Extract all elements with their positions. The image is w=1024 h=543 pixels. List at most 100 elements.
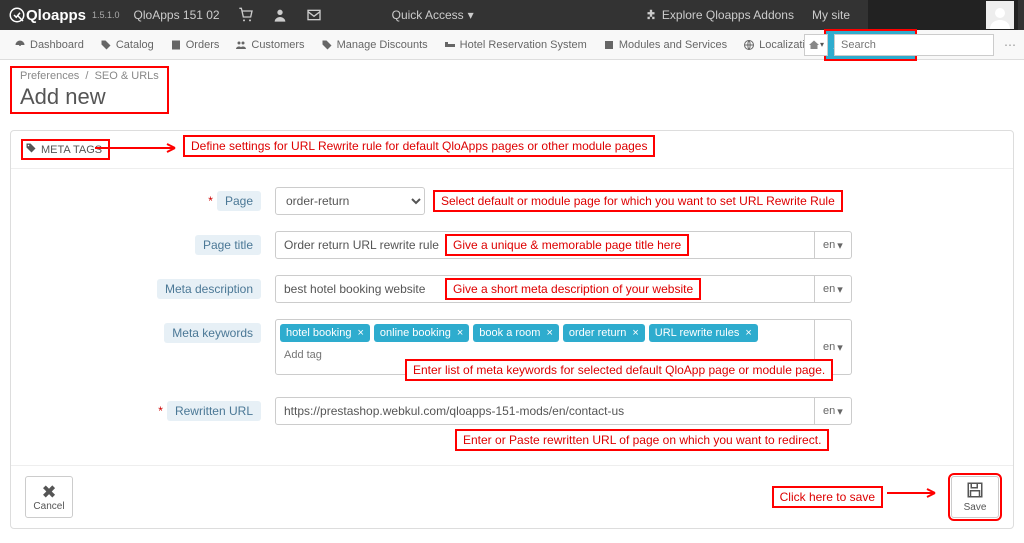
row-title: Page title en▾ Give a unique & memorable… — [25, 231, 999, 259]
tag-remove-icon[interactable]: × — [457, 327, 463, 339]
avatar — [986, 1, 1014, 29]
lang-label: en — [823, 283, 835, 295]
label-keywords: Meta keywords — [164, 323, 261, 343]
breadcrumb-title-box: Preferences / SEO & URLs Add new — [10, 66, 169, 114]
panel-heading-label: META TAGS — [41, 144, 102, 156]
page-header: Preferences / SEO & URLs Add new — [0, 60, 1024, 116]
gauge-icon — [14, 39, 26, 51]
nav-modules-label: Modules and Services — [619, 30, 727, 60]
page-select[interactable]: order-return — [275, 187, 425, 215]
puzzle-icon — [603, 39, 615, 51]
annotation-heading: Define settings for URL Rewrite rule for… — [183, 135, 655, 157]
meta-tags-panel: META TAGS Define settings for URL Rewrit… — [10, 130, 1014, 529]
nav-dashboard[interactable]: Dashboard — [6, 30, 92, 60]
tag-remove-icon[interactable]: × — [546, 327, 552, 339]
rewritten-url-input[interactable] — [275, 397, 815, 425]
tags-icon — [25, 142, 37, 157]
nav-dashboard-label: Dashboard — [30, 30, 84, 60]
brand-version: 1.5.1.0 — [92, 10, 120, 20]
nav-discounts-label: Manage Discounts — [337, 30, 428, 60]
tag-item[interactable]: online booking × — [374, 324, 469, 342]
explore-addons-label: Explore Qloapps Addons — [662, 8, 794, 22]
annotation-page: Select default or module page for which … — [433, 190, 843, 212]
navbar: Dashboard Catalog Orders Customers Manag… — [0, 30, 1024, 60]
explore-addons-link[interactable]: Explore Qloapps Addons — [644, 8, 794, 22]
breadcrumb: Preferences / SEO & URLs — [20, 70, 159, 82]
nav-catalog-label: Catalog — [116, 30, 154, 60]
shop-select[interactable]: ▾ — [804, 34, 828, 56]
more-icon[interactable]: ⋯ — [1000, 38, 1020, 52]
orders-icon — [170, 39, 182, 51]
close-icon: ✖ — [41, 483, 56, 501]
user-icon[interactable] — [272, 7, 288, 23]
search-input[interactable] — [834, 34, 994, 56]
annotation-save: Click here to save — [772, 486, 883, 508]
lang-label: en — [823, 239, 835, 251]
nav-orders[interactable]: Orders — [162, 30, 228, 60]
cancel-button[interactable]: ✖ Cancel — [25, 476, 73, 518]
annotation-keywords: Enter list of meta keywords for selected… — [405, 359, 833, 381]
row-keywords: Meta keywords hotel booking × online book… — [25, 319, 999, 381]
breadcrumb-preferences[interactable]: Preferences — [20, 70, 79, 82]
lang-dropdown-desc[interactable]: en▾ — [815, 275, 852, 303]
brand-instance: QloApps 151 02 — [134, 8, 220, 22]
bed-icon — [444, 39, 456, 51]
nav-customers[interactable]: Customers — [227, 30, 312, 60]
lang-dropdown-url[interactable]: en▾ — [815, 397, 852, 425]
annotation-desc: Give a short meta description of your we… — [445, 278, 701, 300]
label-title: Page title — [195, 235, 261, 255]
lang-label: en — [823, 341, 835, 353]
lang-label: en — [823, 405, 835, 417]
tag-label: order return — [569, 327, 626, 339]
nav-modules[interactable]: Modules and Services — [595, 30, 735, 60]
tag-label: book a room — [479, 327, 540, 339]
tag-label: URL rewrite rules — [655, 327, 740, 339]
label-page: Page — [217, 191, 261, 211]
row-desc: Meta description en▾ Give a short meta d… — [25, 275, 999, 303]
nav-discounts[interactable]: Manage Discounts — [313, 30, 436, 60]
tag-item[interactable]: hotel booking × — [280, 324, 370, 342]
label-url: Rewritten URL — [167, 401, 261, 421]
lang-dropdown-title[interactable]: en▾ — [815, 231, 852, 259]
tag-item[interactable]: URL rewrite rules × — [649, 324, 758, 342]
tag-remove-icon[interactable]: × — [745, 327, 751, 339]
quick-access-label: Quick Access — [392, 8, 464, 22]
nav-hrs-label: Hotel Reservation System — [460, 30, 587, 60]
nav-catalog[interactable]: Catalog — [92, 30, 162, 60]
tag-add-input[interactable] — [280, 346, 380, 364]
users-icon — [235, 39, 247, 51]
user-area[interactable] — [868, 0, 1018, 30]
arrow-annotation — [95, 143, 185, 153]
tag-label: hotel booking — [286, 327, 351, 339]
tag-item[interactable]: order return × — [563, 324, 645, 342]
quick-access-dropdown[interactable]: Quick Access ▾ — [392, 8, 474, 22]
breadcrumb-seo: SEO & URLs — [95, 70, 159, 82]
mail-icon[interactable] — [306, 7, 322, 23]
brand-logo: Qloapps — [8, 6, 86, 24]
nav-hrs[interactable]: Hotel Reservation System — [436, 30, 595, 60]
tag-item[interactable]: book a room × — [473, 324, 559, 342]
cancel-label: Cancel — [33, 501, 64, 512]
cart-icon[interactable] — [238, 7, 254, 23]
topbar: Qloapps 1.5.1.0 QloApps 151 02 Quick Acc… — [0, 0, 1024, 30]
page-title: Add new — [20, 84, 159, 110]
globe-icon — [743, 39, 755, 51]
mysite-link[interactable]: My site — [812, 8, 850, 22]
save-label: Save — [964, 502, 987, 513]
tag-remove-icon[interactable]: × — [632, 327, 638, 339]
tag-icon — [100, 39, 112, 51]
save-button[interactable]: Save — [951, 476, 999, 518]
row-page: *Page order-return Select default or mod… — [25, 187, 999, 215]
panel-footer: ✖ Cancel Click here to save Save — [11, 465, 1013, 528]
tags-icon — [321, 39, 333, 51]
label-desc: Meta description — [157, 279, 261, 299]
annotation-url: Enter or Paste rewritten URL of page on … — [455, 429, 829, 451]
nav-orders-label: Orders — [186, 30, 220, 60]
annotation-title: Give a unique & memorable page title her… — [445, 234, 689, 256]
arrow-annotation — [887, 488, 943, 498]
nav-customers-label: Customers — [251, 30, 304, 60]
tag-remove-icon[interactable]: × — [357, 327, 363, 339]
save-icon — [966, 481, 984, 502]
chevron-down-icon: ▾ — [468, 8, 474, 22]
tag-label: online booking — [380, 327, 451, 339]
